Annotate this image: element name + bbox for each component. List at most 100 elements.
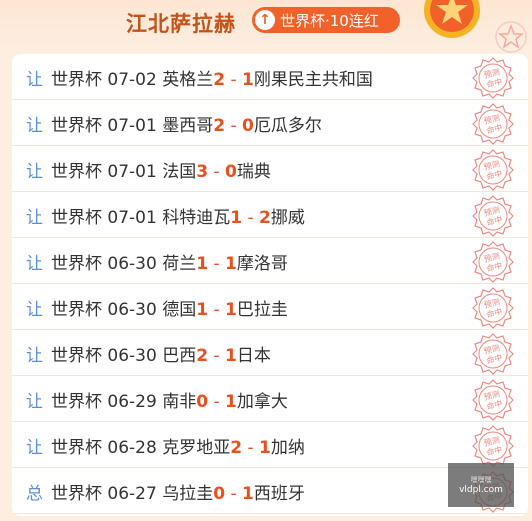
bet-type-tag: 总	[26, 484, 43, 504]
home-team: 科特迪瓦	[162, 208, 231, 228]
away-team: 加纳	[270, 438, 305, 458]
score-separator: -	[208, 392, 226, 412]
away-score: 2	[259, 208, 271, 228]
bet-type-tag: 让	[26, 162, 43, 182]
home-score: 0	[213, 484, 226, 504]
match-text: 让世界杯 06-28 克罗地亚2 - 1加纳	[26, 433, 305, 458]
prediction-hit-stamp-icon: 预测命中	[472, 149, 514, 191]
league: 世界杯	[51, 70, 102, 90]
match-text: 让世界杯 07-01 墨西哥2 - 0厄瓜多尔	[26, 111, 322, 136]
bet-type-tag: 让	[26, 438, 43, 458]
prediction-hit-stamp-icon: 预测命中	[472, 195, 514, 237]
home-score: 1	[230, 208, 243, 228]
home-score: 1	[196, 300, 209, 320]
home-score: 2	[213, 116, 226, 136]
match-row[interactable]: 让世界杯 06-29 南非0 - 1加拿大 预测 命中	[12, 376, 528, 422]
league: 世界杯	[51, 300, 102, 320]
match-row[interactable]: 让世界杯 07-01 墨西哥2 - 0厄瓜多尔 预测 命中	[12, 100, 528, 146]
away-team: 挪威	[270, 208, 305, 228]
match-date: 06-30	[107, 346, 157, 366]
streak-label: 世界杯·10连红	[280, 11, 379, 30]
away-score: 1	[242, 484, 254, 504]
bet-type-tag: 让	[26, 208, 43, 228]
page-title: 江北萨拉赫	[126, 12, 236, 36]
away-team: 日本	[236, 346, 271, 366]
match-row[interactable]: 让世界杯 06-30 德国1 - 1巴拉圭 预测 命中	[12, 284, 528, 330]
league: 世界杯	[51, 392, 102, 412]
match-text: 让世界杯 06-30 巴西2 - 1日本	[26, 341, 271, 366]
home-team: 乌拉圭	[162, 484, 214, 504]
match-text: 让世界杯 07-02 英格兰2 - 1刚果民主共和国	[26, 65, 373, 90]
match-list: 让世界杯 07-02 英格兰2 - 1刚果民主共和国 预测 命中让世界杯 07-01…	[12, 54, 528, 516]
match-row[interactable]: 让世界杯 07-02 英格兰2 - 1刚果民主共和国 预测 命中	[12, 54, 528, 100]
away-team: 瑞典	[236, 162, 271, 182]
score-separator: -	[208, 346, 226, 366]
match-row[interactable]: 让世界杯 06-28 克罗地亚2 - 1加纳 预测 命中	[12, 422, 528, 468]
prediction-hit-stamp-icon: 预测命中	[472, 333, 514, 375]
match-row[interactable]: 让世界杯 06-30 荷兰1 - 1摩洛哥 预测 命中	[12, 238, 528, 284]
home-score: 2	[196, 346, 209, 366]
home-score: 2	[230, 438, 243, 458]
home-team: 墨西哥	[162, 116, 214, 136]
league: 世界杯	[51, 116, 102, 136]
match-text: 总世界杯 06-27 乌拉圭0 - 1西班牙	[26, 479, 305, 504]
away-score: 1	[259, 438, 271, 458]
match-text: 让世界杯 07-01 科特迪瓦1 - 2挪威	[26, 203, 305, 228]
bet-type-tag: 让	[26, 392, 43, 412]
home-score: 3	[196, 162, 209, 182]
league: 世界杯	[51, 254, 102, 274]
away-team: 加拿大	[236, 392, 288, 412]
streak-badge[interactable]: ↑ 世界杯·10连红	[252, 7, 400, 33]
match-text: 让世界杯 06-29 南非0 - 1加拿大	[26, 387, 288, 412]
score-separator: -	[208, 300, 226, 320]
match-text: 让世界杯 07-01 法国3 - 0瑞典	[26, 157, 271, 182]
league: 世界杯	[51, 162, 102, 182]
header: 江北萨拉赫 ↑ 世界杯·10连红	[0, 0, 532, 53]
match-text: 让世界杯 06-30 荷兰1 - 1摩洛哥	[26, 249, 288, 274]
score-separator: -	[242, 208, 260, 228]
league: 世界杯	[51, 438, 102, 458]
sparkle-star-icon	[495, 21, 527, 53]
home-team: 巴西	[162, 346, 197, 366]
away-team: 厄瓜多尔	[253, 116, 322, 136]
score-separator: -	[225, 70, 243, 90]
away-score: 1	[225, 392, 237, 412]
home-team: 荷兰	[162, 254, 197, 274]
score-separator: -	[225, 484, 243, 504]
match-date: 07-02	[107, 70, 157, 90]
prediction-hit-stamp-icon: 预测命中	[472, 103, 514, 145]
home-team: 德国	[162, 300, 197, 320]
score-separator: -	[242, 438, 260, 458]
bet-type-tag: 让	[26, 116, 43, 136]
match-text: 让世界杯 06-30 德国1 - 1巴拉圭	[26, 295, 288, 320]
away-score: 0	[225, 162, 237, 182]
home-team: 南非	[162, 392, 197, 412]
bet-type-tag: 让	[26, 254, 43, 274]
home-score: 0	[196, 392, 209, 412]
away-score: 1	[225, 346, 237, 366]
match-row[interactable]: 让世界杯 06-30 巴西2 - 1日本 预测 命中	[12, 330, 528, 376]
match-date: 06-30	[107, 254, 157, 274]
bet-type-tag: 让	[26, 300, 43, 320]
league: 世界杯	[51, 208, 102, 228]
away-team: 巴拉圭	[236, 300, 288, 320]
away-team: 西班牙	[253, 484, 305, 504]
home-team: 法国	[162, 162, 197, 182]
away-team: 刚果民主共和国	[253, 70, 373, 90]
match-date: 07-01	[107, 162, 157, 182]
watermark: 嘿嘿嘿 vldpl.com	[448, 463, 514, 507]
score-separator: -	[208, 162, 226, 182]
home-score: 2	[213, 70, 226, 90]
home-team: 英格兰	[162, 70, 214, 90]
home-score: 1	[196, 254, 209, 274]
away-score: 1	[225, 300, 237, 320]
score-separator: -	[225, 116, 243, 136]
match-date: 07-01	[107, 116, 157, 136]
prediction-hit-stamp-icon: 预测命中	[472, 379, 514, 421]
match-date: 06-29	[107, 392, 157, 412]
match-date: 06-28	[107, 438, 157, 458]
match-date: 06-30	[107, 300, 157, 320]
match-row[interactable]: 让世界杯 07-01 法国3 - 0瑞典 预测 命中	[12, 146, 528, 192]
match-row[interactable]: 让世界杯 07-01 科特迪瓦1 - 2挪威 预测 命中	[12, 192, 528, 238]
bet-type-tag: 让	[26, 346, 43, 366]
